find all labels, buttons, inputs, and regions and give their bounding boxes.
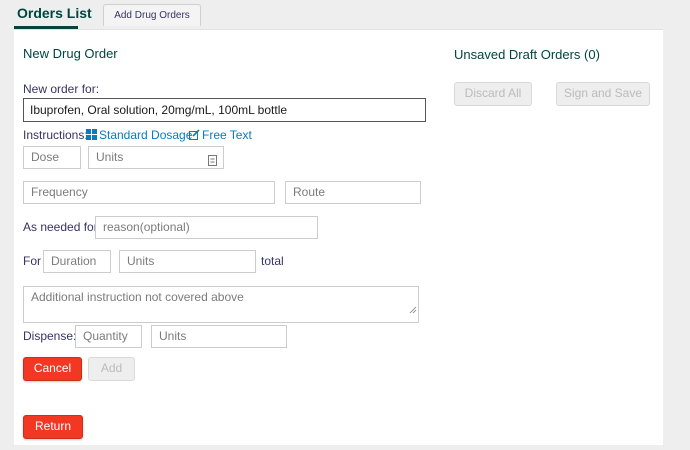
additional-instruction-textarea[interactable]: Additional instruction not covered above — [23, 286, 419, 323]
dose-input[interactable]: Dose — [23, 146, 81, 169]
page-title: Orders List — [17, 5, 92, 21]
duration-input[interactable]: Duration — [43, 250, 111, 273]
for-label: For — [23, 254, 41, 268]
unsaved-drafts-heading: Unsaved Draft Orders (0) — [454, 47, 600, 62]
grid-icon — [86, 129, 97, 143]
frequency-input[interactable]: Frequency — [23, 181, 275, 204]
reason-input[interactable]: reason(optional) — [95, 216, 318, 239]
as-needed-label: As needed for — [23, 220, 98, 234]
quantity-input[interactable]: Quantity — [75, 325, 142, 348]
standard-dosage-link[interactable]: Standard Dosage — [86, 128, 192, 143]
route-input[interactable]: Route — [285, 181, 421, 204]
free-text-link[interactable]: Free Text — [189, 128, 252, 143]
return-button[interactable]: Return — [23, 415, 83, 439]
dose-units-placeholder: Units — [96, 150, 124, 164]
add-button[interactable]: Add — [88, 357, 135, 381]
new-drug-order-heading: New Drug Order — [23, 46, 118, 61]
total-label: total — [261, 254, 284, 268]
standard-dosage-label: Standard Dosage — [99, 128, 193, 142]
quantity-units-select[interactable]: Units — [151, 325, 287, 348]
tab-add-drug-orders[interactable]: Add Drug Orders — [103, 4, 201, 26]
additional-instruction-placeholder: Additional instruction not covered above — [31, 290, 244, 304]
duration-units-select[interactable]: Units — [119, 250, 256, 273]
instructions-label: Instructions: — [23, 128, 88, 142]
resize-handle-icon[interactable] — [409, 300, 417, 321]
discard-all-button[interactable]: Discard All — [454, 82, 532, 106]
dose-units-select[interactable]: Units — [88, 146, 224, 169]
drug-input[interactable]: Ibuprofen, Oral solution, 20mg/mL, 100mL… — [23, 98, 426, 122]
new-order-for-label: New order for: — [23, 82, 100, 96]
sign-and-save-button[interactable]: Sign and Save — [556, 82, 650, 106]
dispense-label: Dispense: — [23, 329, 77, 343]
edit-icon — [189, 129, 200, 143]
cancel-button[interactable]: Cancel — [23, 357, 82, 381]
free-text-label: Free Text — [202, 128, 252, 142]
list-icon — [208, 152, 217, 168]
